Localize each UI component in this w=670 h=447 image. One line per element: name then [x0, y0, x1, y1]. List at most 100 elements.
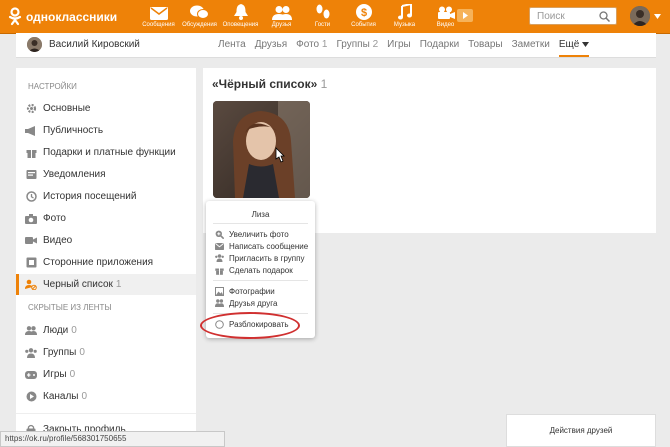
sidebar-item-gifts[interactable]: Подарки и платные функции — [16, 142, 196, 163]
popup-item-label: Друзья друга — [229, 298, 278, 308]
avatar[interactable] — [27, 37, 42, 52]
gear-icon — [25, 103, 37, 115]
hidden-section-header: СКРЫТЫЕ ИЗ ЛЕНТЫ — [28, 303, 112, 312]
nav-music[interactable]: Музыка — [384, 2, 425, 28]
sidebar-item-hidden-games[interactable]: Игры 0 — [16, 364, 196, 385]
ok-logo[interactable]: одноклассники — [8, 7, 117, 26]
sidebar-item-main[interactable]: Основные — [16, 98, 196, 119]
settings-sidebar: НАСТРОЙКИ Основные Публичность Подарки и… — [16, 68, 196, 447]
friends-actions-label: Действия друзей — [549, 426, 613, 435]
tab-gifts[interactable]: Подарки — [420, 33, 459, 57]
sidebar-item-notifications[interactable]: Уведомления — [16, 164, 196, 185]
friends-icon — [215, 299, 224, 308]
tab-count: 1 — [321, 39, 328, 50]
popup-make-gift[interactable]: Сделать подарок — [215, 264, 293, 276]
popup-divider — [213, 280, 308, 281]
chevron-down-icon — [582, 42, 590, 47]
footprints-icon — [316, 2, 330, 20]
gamepad-icon — [25, 369, 37, 381]
ok-logo-icon — [8, 7, 22, 26]
nav-discussions[interactable]: Обсуждения — [179, 2, 220, 28]
sidebar-item-hidden-groups[interactable]: Группы 0 — [16, 342, 196, 363]
tab-feed[interactable]: Лента — [218, 33, 246, 57]
sidebar-item-video[interactable]: Видео — [16, 230, 196, 251]
sidebar-item-label: Фото — [43, 213, 66, 224]
nav-friends[interactable]: Друзья — [261, 2, 302, 28]
megaphone-icon — [25, 125, 37, 137]
nav-messages[interactable]: Сообщения — [138, 2, 179, 28]
sidebar-item-label: Игры — [43, 369, 67, 380]
blocked-user-photo[interactable] — [213, 101, 310, 198]
tab-label: Ещё — [558, 39, 580, 50]
photos-icon — [215, 286, 224, 296]
popup-item-label: Сделать подарок — [229, 265, 293, 275]
user-avatar[interactable] — [630, 6, 650, 26]
tab-games[interactable]: Игры — [387, 33, 411, 57]
popup-item-label: Фотографии — [229, 286, 275, 296]
history-icon — [25, 191, 37, 203]
sidebar-item-hidden-people[interactable]: Люди 0 — [16, 320, 196, 341]
profile-subbar: Василий Кировский Лента Друзья Фото 1 Гр… — [16, 33, 656, 58]
sidebar-item-count: 0 — [81, 391, 88, 402]
popup-divider — [213, 223, 308, 224]
tab-label: Фото — [296, 39, 320, 50]
nav-label: Видео — [436, 22, 455, 28]
tab-count: 2 — [372, 39, 379, 50]
popup-invite-group[interactable]: Пригласить в группу — [215, 252, 304, 264]
status-url: https://ok.ru/profile/568301750655 — [5, 434, 127, 443]
tab-notes[interactable]: Заметки — [512, 33, 550, 57]
nav-guests[interactable]: Гости — [302, 2, 343, 28]
search-icon[interactable] — [599, 11, 610, 22]
sidebar-item-publicity[interactable]: Публичность — [16, 120, 196, 141]
tab-photos[interactable]: Фото 1 — [296, 33, 327, 57]
main-nav: Сообщения Обсуждения Оповещения Друзья Г… — [138, 2, 466, 28]
nav-label: Друзья — [271, 22, 292, 28]
sidebar-item-history[interactable]: История посещений — [16, 186, 196, 207]
popup-friends-of-friend[interactable]: Друзья друга — [215, 297, 277, 309]
chevron-down-icon[interactable] — [654, 14, 661, 19]
popup-item-label: Увеличить фото — [229, 229, 289, 239]
popup-photos[interactable]: Фотографии — [215, 285, 275, 297]
tab-label: Игры — [387, 39, 411, 50]
video-camera-icon — [437, 2, 455, 20]
sidebar-item-label: Черный список — [43, 279, 113, 290]
svg-text:$: $ — [360, 7, 366, 19]
friends-actions-panel[interactable]: Действия друзей — [506, 414, 656, 447]
sidebar-item-photo[interactable]: Фото — [16, 208, 196, 229]
popup-zoom-photo[interactable]: Увеличить фото — [215, 228, 289, 240]
gift-icon — [215, 266, 224, 275]
sidebar-item-hidden-channels[interactable]: Каналы 0 — [16, 386, 196, 407]
apps-icon — [25, 257, 37, 269]
dollar-event-icon: $ — [355, 2, 372, 20]
bell-icon — [233, 2, 248, 20]
tab-label: Заметки — [511, 39, 550, 50]
sidebar-item-label: Сторонние приложения — [43, 257, 154, 268]
tab-more[interactable]: Ещё — [558, 33, 590, 57]
popup-user-name[interactable]: Лиза — [206, 210, 315, 219]
sidebar-item-blacklist[interactable]: Черный список 1 — [16, 274, 196, 295]
music-play-button[interactable] — [457, 9, 473, 22]
play-icon — [463, 12, 468, 19]
tab-friends[interactable]: Друзья — [255, 33, 287, 57]
search-input[interactable]: Поиск — [529, 7, 617, 25]
profile-name[interactable]: Василий Кировский — [49, 39, 140, 50]
page-title-count: 1 — [320, 77, 328, 91]
sidebar-item-label: Подарки и платные функции — [43, 147, 176, 158]
tab-groups[interactable]: Группы 2 — [336, 33, 378, 57]
search-placeholder: Поиск — [537, 11, 565, 22]
sidebar-item-count: 0 — [71, 325, 77, 336]
nav-notifications[interactable]: Оповещения — [220, 2, 261, 28]
nav-label: Обсуждения — [182, 22, 217, 28]
sidebar-item-count: 1 — [115, 279, 122, 290]
logo-text: одноклассники — [26, 9, 118, 24]
chat-bubbles-icon — [190, 2, 209, 20]
nav-events[interactable]: $ События — [343, 2, 384, 28]
tab-label: Лента — [218, 39, 246, 50]
page-title: «Чёрный список» 1 — [212, 77, 327, 91]
nav-label: Гости — [314, 22, 331, 28]
tab-goods[interactable]: Товары — [468, 33, 502, 57]
invite-group-icon — [215, 254, 224, 263]
sidebar-item-apps[interactable]: Сторонние приложения — [16, 252, 196, 273]
popup-send-message[interactable]: Написать сообщение — [215, 240, 308, 252]
sidebar-item-label: Люди — [43, 325, 69, 336]
